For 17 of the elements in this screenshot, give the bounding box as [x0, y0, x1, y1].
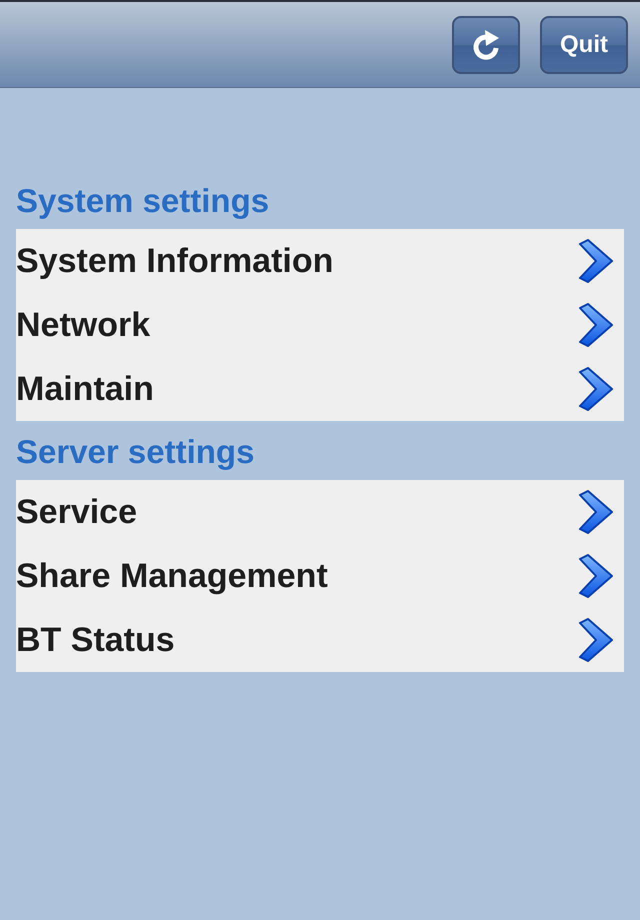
quit-button[interactable]: Quit	[540, 16, 628, 74]
chevron-icon[interactable]	[576, 366, 614, 412]
menu-item[interactable]: System Information	[16, 236, 334, 286]
section-header: System settings	[16, 181, 270, 221]
chevron-icon[interactable]	[576, 489, 614, 535]
menu-item[interactable]: Share Management	[16, 550, 328, 602]
menu-item[interactable]: Network	[16, 300, 150, 350]
menu-item[interactable]: BT Status	[16, 614, 175, 666]
menu-item[interactable]: Maintain	[16, 364, 154, 414]
refresh-icon	[471, 28, 501, 62]
chevron-icon[interactable]	[576, 302, 614, 348]
refresh-button[interactable]	[452, 16, 520, 74]
chevron-icon[interactable]	[576, 617, 614, 663]
chevron-icon[interactable]	[576, 553, 614, 599]
chevron-icon[interactable]	[576, 238, 614, 284]
menu-item[interactable]: Service	[16, 486, 137, 538]
section-header: Server settings	[16, 432, 256, 472]
